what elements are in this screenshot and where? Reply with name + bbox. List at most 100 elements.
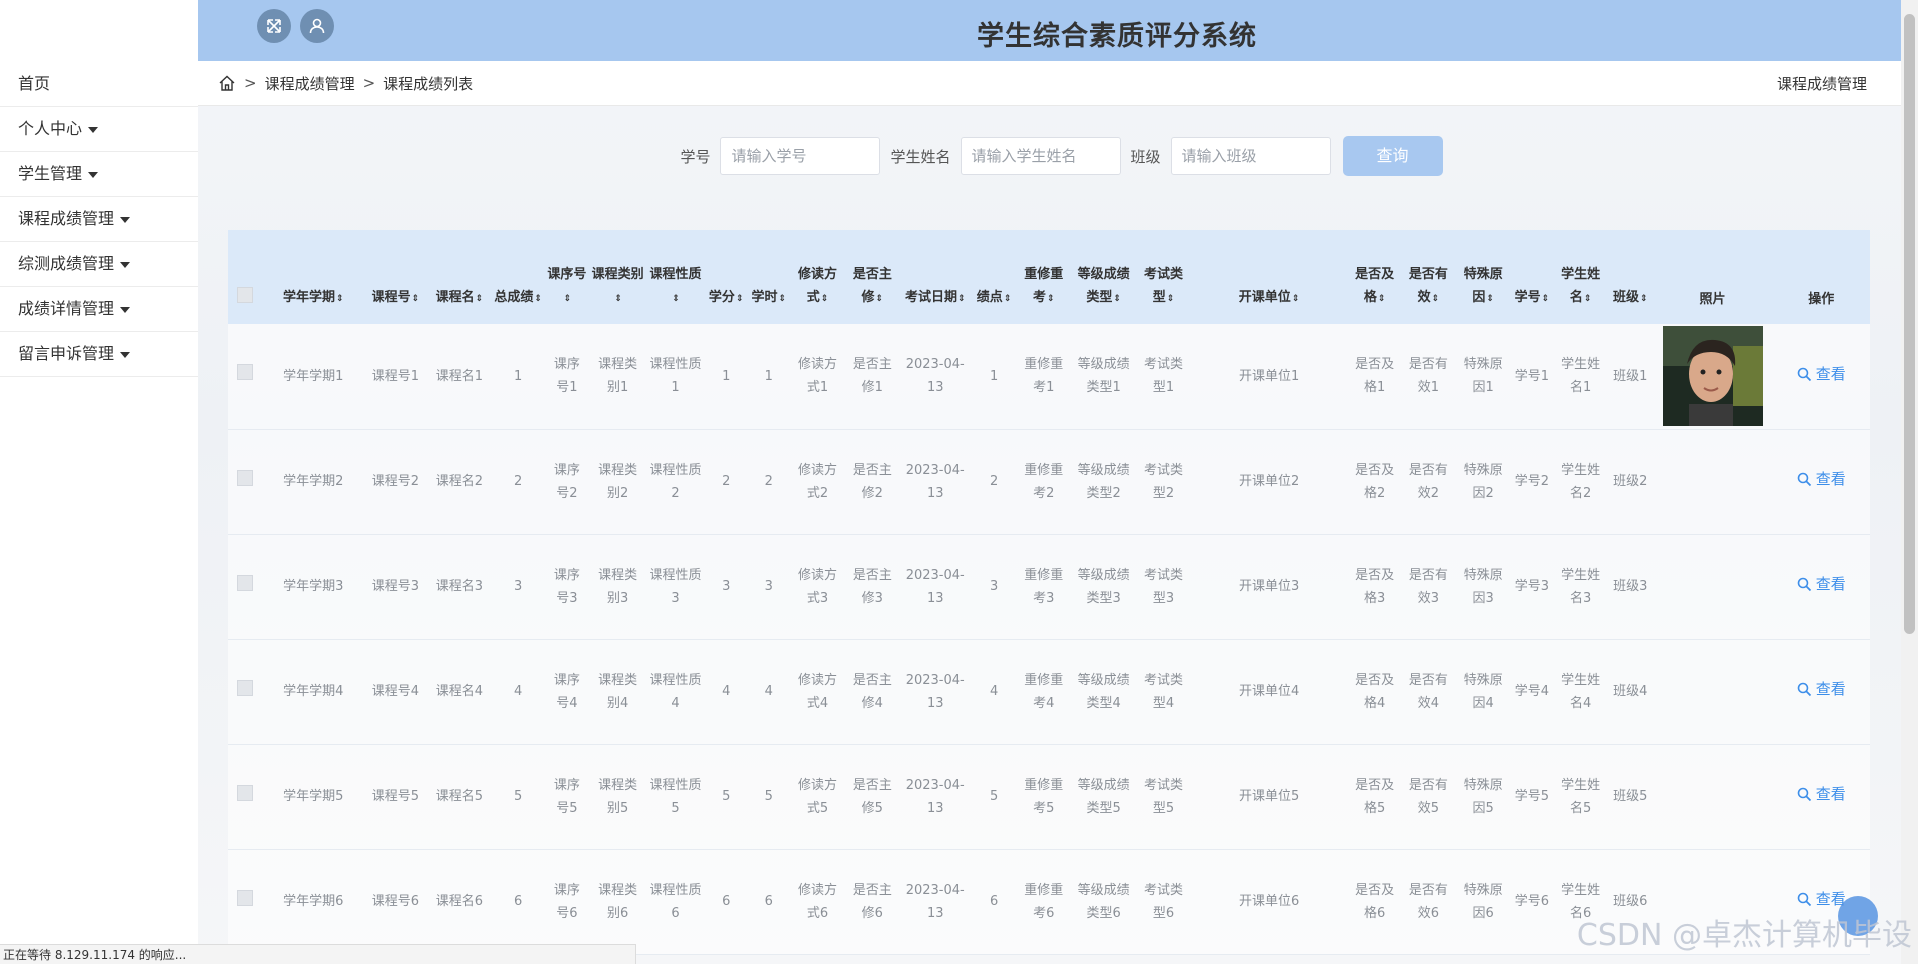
- student-photo: [1662, 326, 1763, 427]
- column-header-label: 照片: [1699, 292, 1726, 307]
- table-cell: 课程号5: [371, 789, 420, 804]
- query-button[interactable]: 查询: [1342, 136, 1443, 176]
- row-checkbox[interactable]: [237, 679, 254, 696]
- sort-icon[interactable]: ⇕: [1292, 294, 1300, 304]
- breadcrumb-level1[interactable]: 课程成绩管理: [265, 73, 355, 94]
- column-header[interactable]: 考试类型⇕: [1137, 230, 1190, 324]
- sort-icon[interactable]: ⇕: [1542, 294, 1550, 304]
- sidebar-item[interactable]: 学生管理: [0, 152, 198, 197]
- sort-icon[interactable]: ⇕: [1584, 294, 1592, 304]
- sidebar-item[interactable]: 成绩详情管理: [0, 287, 198, 332]
- sort-icon[interactable]: ⇕: [564, 294, 572, 304]
- column-header[interactable]: 课程号⇕: [364, 230, 427, 324]
- column-header[interactable]: 学年学期⇕: [263, 230, 364, 324]
- column-header[interactable]: 学生姓名⇕: [1553, 230, 1608, 324]
- view-button[interactable]: 查看: [1797, 363, 1846, 386]
- row-checkbox[interactable]: [237, 784, 254, 801]
- sort-icon[interactable]: ⇕: [1047, 294, 1055, 304]
- sort-icon[interactable]: ⇕: [876, 294, 884, 304]
- row-checkbox[interactable]: [237, 364, 254, 381]
- sort-icon[interactable]: ⇕: [1640, 294, 1648, 304]
- sort-icon[interactable]: ⇕: [1486, 294, 1494, 304]
- column-header[interactable]: 重修重考⇕: [1017, 230, 1070, 324]
- student-name-input[interactable]: [960, 137, 1121, 175]
- table-cell: 课程名4: [435, 684, 483, 699]
- column-header[interactable]: 是否主修⇕: [845, 230, 900, 324]
- table-cell: 是否有效5: [1408, 777, 1448, 816]
- table-cell: 2023-04-13: [905, 777, 965, 816]
- sort-icon[interactable]: ⇕: [1432, 294, 1440, 304]
- view-button[interactable]: 查看: [1797, 678, 1846, 701]
- student-id-input[interactable]: [720, 137, 881, 175]
- sidebar-item[interactable]: 课程成绩管理: [0, 197, 198, 242]
- sort-icon[interactable]: ⇕: [958, 294, 966, 304]
- column-header[interactable]: 总成绩⇕: [492, 230, 545, 324]
- select-all-checkbox[interactable]: [237, 287, 254, 303]
- sort-icon[interactable]: ⇕: [476, 294, 484, 304]
- table-row: 学年学期1 课程号1 课程名1 1 课序号1 课程类别1 课程性质1 1 1 修读方式1 是否主修1…: [228, 324, 1870, 429]
- column-header[interactable]: 课序号 ⇕: [545, 230, 590, 324]
- column-header[interactable]: 绩点⇕: [971, 230, 1018, 324]
- column-header[interactable]: 修读方式⇕: [790, 230, 845, 324]
- sort-icon[interactable]: ⇕: [821, 294, 829, 304]
- sidebar-menu: 首页 个人中心 学生管理 课程成绩管理 综测成绩管理 成绩详情管理 留言申诉管理: [0, 62, 198, 377]
- view-label: 查看: [1815, 785, 1846, 803]
- column-header[interactable]: 等级成绩类型⇕: [1070, 230, 1137, 324]
- page-scrollbar[interactable]: [1901, 0, 1918, 964]
- scrollbar-thumb[interactable]: [1904, 14, 1915, 634]
- column-header-label: 等级成绩类型: [1077, 267, 1130, 305]
- sort-icon[interactable]: ⇕: [1167, 294, 1175, 304]
- sidebar-item[interactable]: 综测成绩管理: [0, 242, 198, 287]
- column-header[interactable]: 班级⇕: [1608, 230, 1653, 324]
- table-cell: 2: [989, 474, 999, 489]
- column-header[interactable]: 是否及格⇕: [1348, 230, 1401, 324]
- column-header[interactable]: 考试日期⇕: [900, 230, 971, 324]
- column-header[interactable]: 课程名⇕: [427, 230, 492, 324]
- table-cell: 2: [764, 474, 773, 489]
- sidebar-item[interactable]: 个人中心: [0, 107, 198, 152]
- row-checkbox[interactable]: [237, 574, 254, 591]
- sidebar: 首页 个人中心 学生管理 课程成绩管理 综测成绩管理 成绩详情管理 留言申诉管理: [0, 0, 199, 964]
- table-cell: 课程名3: [435, 579, 483, 594]
- sort-icon[interactable]: ⇕: [1378, 294, 1386, 304]
- column-header[interactable]: 是否有效⇕: [1401, 230, 1456, 324]
- sort-icon[interactable]: ⇕: [614, 294, 622, 304]
- view-button[interactable]: 查看: [1797, 888, 1846, 911]
- column-header[interactable]: 学分⇕: [705, 230, 748, 324]
- row-checkbox[interactable]: [237, 889, 254, 906]
- table-cell: 是否主修4: [852, 672, 892, 711]
- table-cell: 课程类别3: [598, 567, 638, 606]
- column-header[interactable]: 特殊原因⇕: [1456, 230, 1511, 324]
- column-header-label: 学分: [708, 290, 735, 305]
- row-checkbox[interactable]: [237, 469, 254, 486]
- breadcrumb-home[interactable]: [218, 74, 236, 92]
- column-header[interactable]: 课程性质 ⇕: [646, 230, 705, 324]
- table-cell: 是否有效2: [1408, 462, 1448, 501]
- table-cell: 课程号1: [371, 368, 420, 384]
- table-cell: 等级成绩类型1: [1077, 357, 1130, 396]
- view-button[interactable]: 查看: [1797, 783, 1846, 806]
- table-cell: 课程性质1: [649, 357, 702, 396]
- sidebar-item[interactable]: 首页: [0, 62, 198, 107]
- sort-icon[interactable]: ⇕: [412, 294, 420, 304]
- class-input[interactable]: [1170, 137, 1331, 175]
- sort-icon[interactable]: ⇕: [1004, 294, 1012, 304]
- sort-icon[interactable]: ⇕: [779, 294, 787, 304]
- sort-icon[interactable]: ⇕: [736, 294, 744, 304]
- sort-icon[interactable]: ⇕: [336, 294, 344, 304]
- column-header-label: 考试日期: [904, 290, 957, 305]
- column-header-label: 总成绩: [494, 290, 534, 305]
- sort-icon[interactable]: ⇕: [1113, 294, 1121, 304]
- sort-icon[interactable]: ⇕: [672, 294, 680, 304]
- column-header[interactable]: 学号⇕: [1511, 230, 1554, 324]
- column-header-label: 课程性质: [649, 267, 702, 282]
- view-button[interactable]: 查看: [1797, 468, 1846, 491]
- column-header[interactable]: 课程类别 ⇕: [589, 230, 646, 324]
- view-button[interactable]: 查看: [1797, 573, 1846, 596]
- view-label: 查看: [1815, 575, 1846, 593]
- column-header[interactable]: 开课单位⇕: [1190, 230, 1348, 324]
- sidebar-item[interactable]: 留言申诉管理: [0, 332, 198, 377]
- table-cell: 是否主修5: [852, 777, 892, 816]
- column-header[interactable]: 学时⇕: [748, 230, 791, 324]
- sort-icon[interactable]: ⇕: [534, 294, 542, 304]
